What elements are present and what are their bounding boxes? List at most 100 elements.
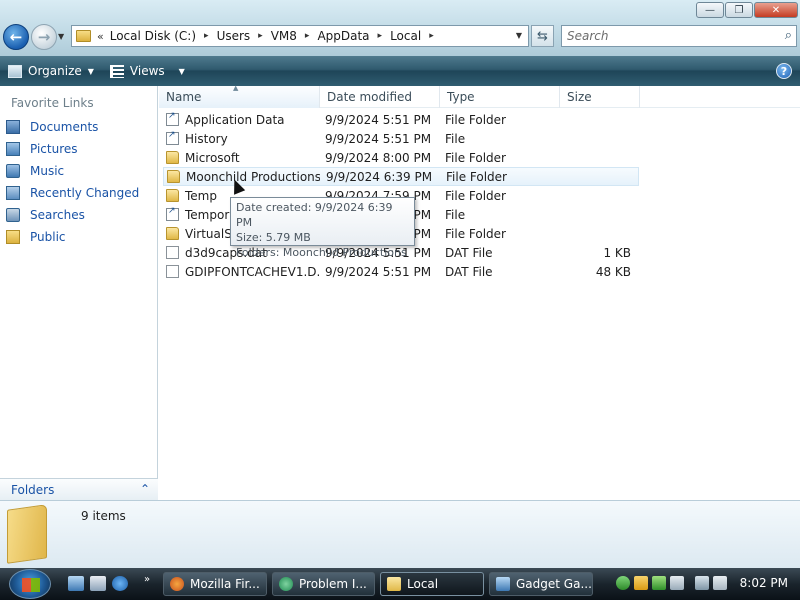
file-size: 48 KB: [595, 264, 631, 279]
recently-changed-icon: [6, 186, 20, 200]
file-row[interactable]: GDIPFONTCACHEV1.D... 9/9/2024 5:51 PM DA…: [163, 262, 639, 281]
tooltip-size: Size: 5.79 MB: [236, 231, 311, 244]
file-name: Moonchild Productions: [186, 169, 320, 184]
organize-label: Organize: [28, 64, 82, 78]
chevron-right-icon[interactable]: ▸: [429, 31, 434, 41]
breadcrumb-appdata[interactable]: AppData: [317, 29, 369, 43]
file-icon: [166, 246, 179, 259]
file-date: 9/9/2024 5:51 PM: [325, 112, 432, 127]
folder-icon: [166, 189, 179, 202]
views-button[interactable]: Views ▼: [109, 64, 185, 78]
chevron-down-icon: ▼: [178, 66, 185, 76]
folder-info-tooltip: Date created: 9/9/2024 6:39 PM Size: 5.7…: [230, 197, 415, 259]
folders-toggle[interactable]: Folders ⌃: [0, 478, 158, 500]
column-label: Size: [567, 90, 592, 104]
column-label: Date modified: [327, 90, 413, 104]
shortcut-icon: [166, 111, 179, 126]
favorite-recently-changed[interactable]: Recently Changed: [6, 186, 139, 200]
recent-pages-dropdown[interactable]: ▼: [58, 32, 64, 41]
task-firefox[interactable]: Mozilla Fir...: [163, 572, 267, 596]
column-header-size[interactable]: Size: [560, 86, 640, 108]
column-header-name[interactable]: ▲ Name: [159, 84, 320, 108]
folder-icon: [76, 30, 91, 42]
display-icon[interactable]: [695, 576, 709, 590]
search-box[interactable]: Search ⌕: [561, 25, 797, 47]
refresh-button[interactable]: ⇆: [531, 25, 554, 47]
task-gadget-gallery[interactable]: Gadget Ga...: [489, 572, 593, 596]
public-folder-icon: [6, 230, 20, 244]
forward-button[interactable]: →: [31, 24, 57, 50]
task-label: Gadget Ga...: [516, 577, 592, 591]
task-local-explorer[interactable]: Local: [380, 572, 484, 596]
task-problem[interactable]: Problem I...: [272, 572, 375, 596]
favorite-searches[interactable]: Searches: [6, 208, 85, 222]
favorite-documents[interactable]: Documents: [6, 120, 98, 134]
volume-muted-icon[interactable]: [713, 576, 727, 590]
file-size: [559, 129, 635, 148]
file-icon: [166, 265, 179, 278]
favorite-music[interactable]: Music: [6, 164, 64, 178]
file-row[interactable]: Microsoft 9/9/2024 8:00 PM File Folder: [163, 148, 639, 167]
column-header-type[interactable]: Type: [440, 86, 560, 108]
breadcrumb-local[interactable]: Local: [390, 29, 421, 43]
chevron-right-icon[interactable]: ▸: [258, 31, 263, 41]
column-header-date[interactable]: Date modified: [320, 86, 440, 108]
folder-icon: [166, 227, 179, 240]
start-button[interactable]: [9, 569, 51, 599]
file-date: 9/9/2024 8:00 PM: [325, 150, 432, 165]
organize-button[interactable]: Organize ▼: [8, 64, 94, 78]
file-size: [560, 167, 636, 186]
search-icon[interactable]: ⌕: [785, 28, 792, 43]
users-icon[interactable]: [616, 576, 630, 590]
item-count: 9 items: [81, 509, 126, 523]
maximize-button[interactable]: ❐: [725, 2, 753, 18]
address-bar[interactable]: « Local Disk (C:) ▸ Users ▸ VM8 ▸ AppDat…: [71, 25, 529, 47]
favorite-pictures[interactable]: Pictures: [6, 142, 78, 156]
command-bar: Organize ▼ Views ▼ ?: [0, 56, 800, 86]
address-overflow[interactable]: «: [97, 30, 104, 43]
folder-icon: [167, 170, 180, 183]
favorite-label: Documents: [30, 120, 99, 134]
address-dropdown[interactable]: ▼: [516, 31, 522, 40]
show-desktop-icon[interactable]: [68, 576, 84, 591]
file-type: File Folder: [445, 150, 506, 165]
organize-icon: [8, 64, 22, 78]
details-pane: 9 items: [0, 500, 800, 568]
file-type: File: [445, 207, 466, 222]
search-input[interactable]: Search: [567, 29, 609, 43]
file-size: [559, 224, 635, 243]
security-shield-icon[interactable]: [634, 576, 648, 590]
file-date: 9/9/2024 6:39 PM: [326, 169, 433, 184]
breadcrumb-local-disk[interactable]: Local Disk (C:): [110, 29, 196, 43]
back-button[interactable]: ←: [3, 24, 29, 50]
network-icon[interactable]: [670, 576, 684, 590]
close-button[interactable]: ✕: [754, 2, 798, 18]
file-type: File Folder: [445, 188, 506, 203]
breadcrumb-vm8[interactable]: VM8: [271, 29, 297, 43]
internet-explorer-icon[interactable]: [112, 576, 128, 591]
file-size: [559, 148, 635, 167]
quick-launch-more[interactable]: »: [144, 574, 150, 585]
file-name: GDIPFONTCACHEV1.D...: [185, 264, 319, 279]
file-type: File Folder: [446, 169, 507, 184]
views-icon: [109, 64, 124, 78]
update-icon[interactable]: [652, 576, 666, 590]
file-row[interactable]: Application Data 9/9/2024 5:51 PM File F…: [163, 110, 639, 129]
switch-windows-icon[interactable]: [90, 576, 106, 591]
taskbar: » Mozilla Fir... Problem I... Local Gadg…: [0, 568, 800, 600]
minimize-button[interactable]: —: [696, 2, 724, 18]
arrow-left-icon: ←: [9, 28, 23, 46]
clock[interactable]: 8:02 PM: [740, 576, 788, 590]
file-date: 9/9/2024 5:51 PM: [325, 131, 432, 146]
breadcrumb-users[interactable]: Users: [217, 29, 251, 43]
file-row[interactable]: History 9/9/2024 5:51 PM File: [163, 129, 639, 148]
chevron-right-icon[interactable]: ▸: [305, 31, 310, 41]
tooltip-date-created: Date created: 9/9/2024 6:39 PM: [236, 201, 393, 229]
favorite-public[interactable]: Public: [6, 230, 66, 244]
shortcut-icon: [166, 206, 179, 221]
music-icon: [6, 164, 20, 178]
chevron-up-icon: ⌃: [139, 482, 150, 496]
chevron-right-icon[interactable]: ▸: [204, 31, 209, 41]
chevron-right-icon[interactable]: ▸: [378, 31, 383, 41]
help-button[interactable]: ?: [776, 63, 792, 79]
